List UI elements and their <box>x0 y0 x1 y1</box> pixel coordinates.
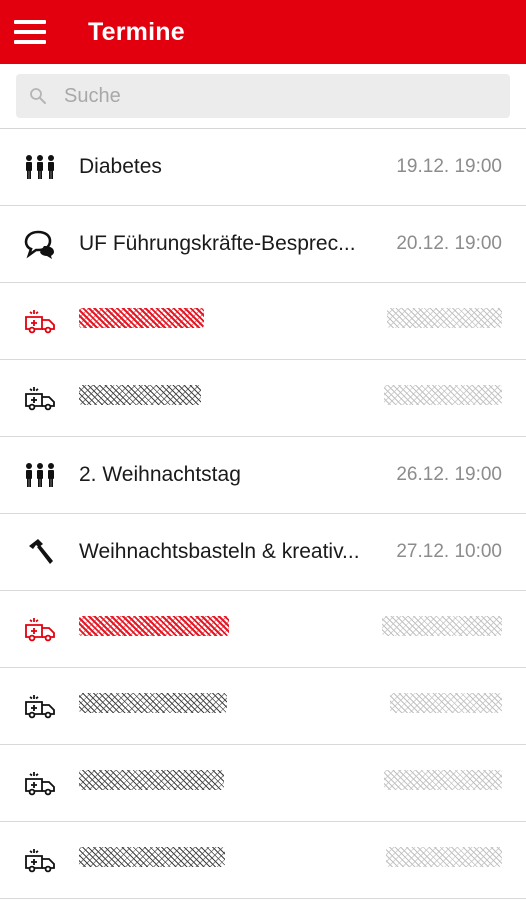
event-date: 27.12. 10:00 <box>396 541 502 562</box>
redacted-date <box>386 847 502 867</box>
ambulance-icon <box>23 381 57 415</box>
redacted-date <box>387 308 502 328</box>
event-date <box>387 308 502 334</box>
ambulance-icon <box>23 304 57 338</box>
event-name: Diabetes <box>79 155 162 178</box>
event-name <box>79 308 379 334</box>
search-input[interactable] <box>62 83 486 109</box>
chat-bubbles-icon <box>23 227 57 261</box>
ambulance-icon <box>23 843 57 877</box>
redacted-name <box>79 693 227 713</box>
list-item[interactable]: Weihnachtsbasteln & kreativ... 27.12. 10… <box>0 514 526 591</box>
redacted-name <box>79 770 224 790</box>
event-date: 26.12. 19:00 <box>396 464 502 485</box>
list-item[interactable] <box>0 668 526 745</box>
event-date: 19.12. 19:00 <box>396 156 502 177</box>
hammer-icon <box>23 535 57 569</box>
event-date <box>382 616 502 642</box>
event-name <box>79 385 379 411</box>
event-name: 2. Weihnachtstag <box>79 463 241 486</box>
redacted-date <box>390 693 502 713</box>
event-date <box>384 770 502 796</box>
event-name <box>79 847 379 873</box>
menu-icon[interactable] <box>14 20 46 44</box>
redacted-name <box>79 847 225 867</box>
list-item[interactable] <box>0 360 526 437</box>
list-item[interactable] <box>0 591 526 668</box>
event-date <box>390 693 502 719</box>
ambulance-icon <box>23 766 57 800</box>
list-item[interactable] <box>0 745 526 822</box>
app-bar: Termine <box>0 0 526 64</box>
list-item[interactable]: Diabetes 19.12. 19:00 <box>0 129 526 206</box>
event-date <box>384 385 502 411</box>
page-title: Termine <box>88 17 185 46</box>
redacted-date <box>382 616 502 636</box>
event-name: UF Führungskräfte-Besprec... <box>79 232 356 255</box>
event-date <box>386 847 502 873</box>
search-icon <box>28 86 48 106</box>
redacted-name <box>79 616 229 636</box>
list-item[interactable] <box>0 283 526 360</box>
group-icon <box>23 150 57 184</box>
event-date: 20.12. 19:00 <box>396 233 502 254</box>
redacted-date <box>384 385 502 405</box>
list-item[interactable] <box>0 822 526 899</box>
ambulance-icon <box>23 689 57 723</box>
event-name <box>79 693 379 719</box>
ambulance-icon <box>23 612 57 646</box>
redacted-name <box>79 308 204 328</box>
event-name: Weihnachtsbasteln & kreativ... <box>79 540 360 563</box>
list-item[interactable]: UF Führungskräfte-Besprec... 20.12. 19:0… <box>0 206 526 283</box>
redacted-date <box>384 770 502 790</box>
search-field[interactable] <box>16 74 510 118</box>
event-name <box>79 616 379 642</box>
search-bar <box>0 64 526 129</box>
list-item[interactable]: 2. Weihnachtstag 26.12. 19:00 <box>0 437 526 514</box>
group-icon <box>23 458 57 492</box>
redacted-name <box>79 385 201 405</box>
event-list: Diabetes 19.12. 19:00 UF Führungskräfte-… <box>0 129 526 899</box>
event-name <box>79 770 379 796</box>
